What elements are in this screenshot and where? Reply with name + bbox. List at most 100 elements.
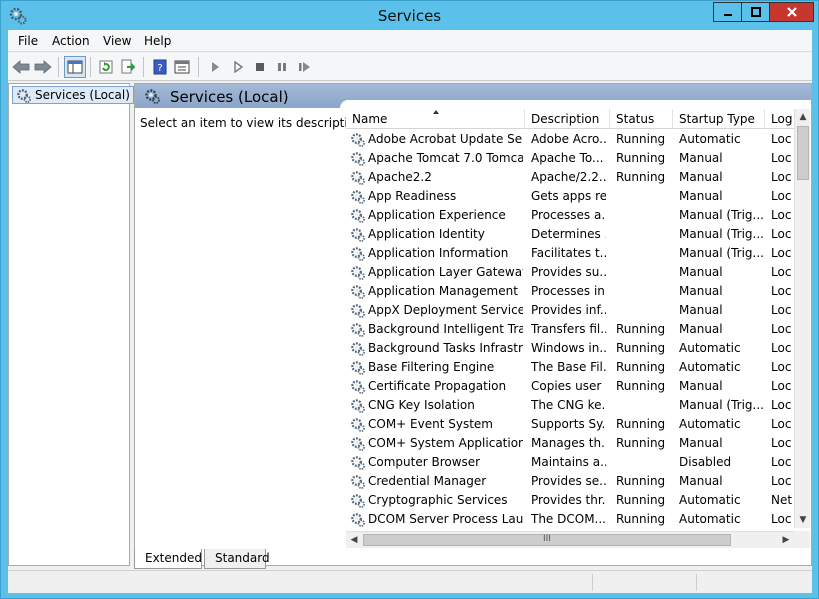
service-startup-type: Manual (Trig... — [679, 398, 764, 412]
table-row[interactable]: Computer Browser Maintains a... Disabled Lo… — [346, 453, 794, 472]
table-row[interactable]: App Readiness Gets apps re... Manual Loc — [346, 187, 794, 206]
menu-help[interactable]: Help — [144, 34, 171, 48]
service-gear-icon — [351, 228, 365, 242]
toolbar-separator — [198, 57, 199, 77]
column-header-description[interactable]: Description — [525, 109, 610, 129]
tab-extended[interactable]: Extended — [134, 549, 202, 569]
console-tree: Services (Local) — [8, 83, 134, 566]
forward-button[interactable] — [32, 56, 54, 78]
service-startup-type: Manual — [679, 170, 723, 184]
menu-view[interactable]: View — [103, 34, 131, 48]
column-header-name[interactable]: Name — [346, 109, 525, 129]
service-gear-icon — [351, 133, 365, 147]
service-name: COM+ Event System — [368, 417, 493, 431]
column-header-label: Log — [771, 112, 793, 126]
table-row[interactable]: Base Filtering Engine The Base Fil... Runn… — [346, 358, 794, 377]
service-name: COM+ System Application — [368, 436, 523, 450]
service-description: Gets apps re... — [531, 189, 606, 203]
service-log-on-as: Loc — [771, 151, 792, 165]
table-row[interactable]: Application Experience Processes a... Manu… — [346, 206, 794, 225]
service-status: Running — [616, 341, 666, 355]
tree-node-services-local[interactable]: Services (Local) — [12, 86, 134, 104]
back-button[interactable] — [10, 56, 32, 78]
table-row[interactable]: Credential Manager Provides se... Running M… — [346, 472, 794, 491]
service-startup-type: Manual (Trig... — [679, 208, 764, 222]
export-list-button[interactable] — [117, 56, 139, 78]
scroll-left-icon[interactable]: ◀ — [346, 532, 362, 549]
table-row[interactable]: Cryptographic Services Provides thr... Run… — [346, 491, 794, 510]
play-next-icon — [234, 61, 244, 73]
service-description: Provides se... — [531, 474, 606, 488]
tab-standard[interactable]: Standard — [204, 549, 270, 569]
service-log-on-as: Loc — [771, 360, 792, 374]
pause-service-button[interactable] — [271, 56, 293, 78]
help-button[interactable]: ? — [149, 56, 171, 78]
maximize-button[interactable] — [741, 2, 769, 22]
service-startup-type: Manual — [679, 265, 723, 279]
service-gear-icon — [351, 475, 365, 489]
scroll-right-icon[interactable]: ▶ — [778, 532, 794, 549]
description-hint: Select an item to view its description. — [140, 116, 367, 130]
properties-button[interactable] — [171, 56, 193, 78]
service-startup-type: Manual (Trig... — [679, 246, 764, 260]
menu-action[interactable]: Action — [52, 34, 90, 48]
vertical-scrollbar[interactable]: ▲ ▼ — [794, 109, 810, 528]
minimize-button[interactable] — [713, 2, 741, 22]
table-row[interactable]: Application Management Processes in... Man… — [346, 282, 794, 301]
table-row[interactable]: Background Intelligent Tran... Transfers … — [346, 320, 794, 339]
menu-bar: File Action View Help — [8, 30, 812, 52]
refresh-icon — [99, 60, 113, 74]
table-row[interactable]: Background Tasks Infrastru... Windows in.… — [346, 339, 794, 358]
table-row[interactable]: Adobe Acrobat Update Serv... Adobe Acro..… — [346, 130, 794, 149]
column-header-log-on-as[interactable]: Log — [765, 109, 794, 129]
service-gear-icon — [351, 513, 365, 527]
service-status: Running — [616, 436, 666, 450]
horizontal-scrollbar[interactable]: ◀ III ▶ — [346, 531, 794, 548]
vertical-scroll-thumb[interactable] — [797, 126, 809, 180]
menu-file[interactable]: File — [18, 34, 38, 48]
table-row[interactable]: Apache Tomcat 7.0 Tomcat7 Apache To... Run… — [346, 149, 794, 168]
table-row[interactable]: Application Identity Determines ... Manual… — [346, 225, 794, 244]
table-row[interactable]: COM+ Event System Supports Sy... Running Au… — [346, 415, 794, 434]
table-row[interactable]: COM+ System Application Manages th... Runn… — [346, 434, 794, 453]
service-log-on-as: Loc — [771, 512, 792, 526]
service-status: Running — [616, 360, 666, 374]
service-log-on-as: Loc — [771, 246, 792, 260]
services-window: Services File Action View Help ? Service… — [0, 0, 819, 599]
table-row[interactable]: DCOM Server Process Laun... The DCOM... Ru… — [346, 510, 794, 528]
service-gear-icon — [351, 190, 365, 204]
table-row[interactable]: Apache2.2 Apache/2.2.... Running Manual Loc — [346, 168, 794, 187]
service-log-on-as: Loc — [771, 379, 792, 393]
service-description: Processes a... — [531, 208, 606, 222]
service-description: Facilitates t... — [531, 246, 606, 260]
table-row[interactable]: Application Information Facilitates t... M… — [346, 244, 794, 263]
client-area: File Action View Help ? Services (Local)… — [8, 30, 812, 593]
column-header-label: Description — [531, 112, 600, 126]
service-gear-icon — [351, 247, 365, 261]
service-description: Provides inf... — [531, 303, 606, 317]
table-row[interactable]: Certificate Propagation Copies user ... Ru… — [346, 377, 794, 396]
service-startup-type: Manual (Trig... — [679, 227, 764, 241]
scroll-down-icon[interactable]: ▼ — [795, 512, 811, 528]
close-button[interactable] — [769, 2, 814, 22]
start-service-alt-button[interactable] — [227, 56, 249, 78]
start-service-button[interactable] — [204, 56, 226, 78]
refresh-button[interactable] — [95, 56, 117, 78]
horizontal-scroll-thumb[interactable]: III — [363, 534, 731, 546]
table-row[interactable]: CNG Key Isolation The CNG ke... Manual (Tr… — [346, 396, 794, 415]
service-startup-type: Manual — [679, 474, 723, 488]
export-list-icon — [121, 59, 136, 74]
table-row[interactable]: AppX Deployment Service (... Provides inf… — [346, 301, 794, 320]
scroll-up-icon[interactable]: ▲ — [795, 109, 811, 125]
service-status: Running — [616, 132, 666, 146]
service-startup-type: Automatic — [679, 417, 741, 431]
title-bar[interactable]: Services — [1, 1, 818, 30]
column-header-status[interactable]: Status — [610, 109, 673, 129]
service-gear-icon — [351, 456, 365, 470]
table-row[interactable]: Application Layer Gateway ... Provides su… — [346, 263, 794, 282]
show-hide-console-tree-button[interactable] — [64, 56, 86, 78]
column-header-startup-type[interactable]: Startup Type — [673, 109, 765, 129]
restart-service-button[interactable] — [294, 56, 316, 78]
column-header-label: Startup Type — [679, 112, 755, 126]
stop-service-button[interactable] — [249, 56, 271, 78]
